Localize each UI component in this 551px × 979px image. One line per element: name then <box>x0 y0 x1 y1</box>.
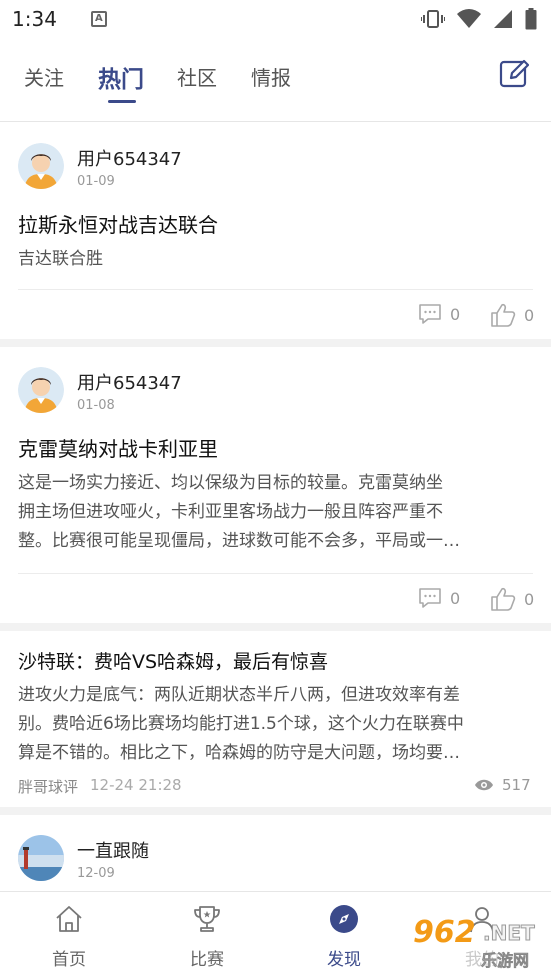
compass-icon <box>330 905 358 933</box>
avatar[interactable] <box>18 835 64 881</box>
nav-match[interactable]: 比赛 <box>167 904 247 970</box>
vibrate-icon <box>421 10 445 28</box>
divider <box>18 289 533 290</box>
article-author[interactable]: 胖哥球评 <box>18 776 78 797</box>
compose-edit-icon[interactable] <box>499 58 529 88</box>
eye-icon <box>475 779 493 791</box>
post-date: 12-09 <box>77 866 115 881</box>
post-body: 这是一场实力接近、均以保级为目标的较量。克雷莫纳坐 拥主场但进攻哑火，卡利亚里客… <box>18 469 533 556</box>
post-card[interactable]: 用户654347 01-09 拉斯永恒对战吉达联合 吉达联合胜 0 0 <box>0 123 551 339</box>
post-username[interactable]: 用户654347 <box>77 145 182 171</box>
watermark-net: .NET <box>483 921 536 946</box>
active-tab-indicator <box>108 100 136 103</box>
post-title[interactable]: 克雷莫纳对战卡利亚里 <box>18 433 218 462</box>
thumbs-up-icon <box>491 303 516 327</box>
top-navigation: 关注 热门 社区 情报 <box>0 38 551 122</box>
section-gap <box>0 623 551 631</box>
avatar[interactable] <box>18 143 64 189</box>
home-icon <box>56 906 82 932</box>
tab-intel[interactable]: 情报 <box>251 62 291 91</box>
notification-a-icon: A <box>90 11 107 27</box>
nav-discover[interactable]: 发现 <box>304 904 384 970</box>
like-button[interactable]: 0 <box>490 302 534 328</box>
post-card[interactable]: 一直跟随 12-09 <box>0 815 551 895</box>
post-date: 01-08 <box>77 398 115 413</box>
like-count: 0 <box>524 305 535 325</box>
battery-icon <box>525 8 537 30</box>
nav-home-label: 首页 <box>52 950 86 970</box>
post-card[interactable]: 用户654347 01-08 克雷莫纳对战卡利亚里 这是一场实力接近、均以保级为… <box>0 347 551 623</box>
post-body-line: 拥主场但进攻哑火，卡利亚里客场战力一般且阵容严重不 <box>18 502 443 522</box>
section-gap <box>0 339 551 347</box>
post-body: 吉达联合胜 <box>18 249 103 269</box>
thumbs-up-icon <box>491 587 516 611</box>
nav-home[interactable]: 首页 <box>29 904 109 970</box>
divider <box>18 573 533 574</box>
article-time: 12-24 21:28 <box>90 776 182 794</box>
comment-count: 0 <box>450 588 461 608</box>
watermark-main: 962 <box>413 915 476 950</box>
tab-follow[interactable]: 关注 <box>24 62 64 91</box>
nav-discover-label: 发现 <box>327 950 361 970</box>
comment-icon <box>419 588 441 608</box>
article-card[interactable]: 沙特联：费哈VS哈森姆，最后有惊喜 进攻火力是底气：两队近期状态半斤八两，但进攻… <box>0 631 551 807</box>
like-button[interactable]: 0 <box>490 586 534 612</box>
article-body-line: 别。费哈近6场比赛场均能打进1.5个球，这个火力在联赛中 <box>18 714 464 734</box>
post-date: 01-09 <box>77 174 115 189</box>
article-title[interactable]: 沙特联：费哈VS哈森姆，最后有惊喜 <box>18 647 328 674</box>
tab-hot[interactable]: 热门 <box>98 60 144 94</box>
signal-icon <box>494 10 512 28</box>
article-body: 进攻火力是底气：两队近期状态半斤八两，但进攻效率有差 别。费哈近6场比赛场均能打… <box>18 681 533 768</box>
section-gap <box>0 807 551 815</box>
comment-count: 0 <box>450 304 461 324</box>
view-count-value: 517 <box>502 776 531 794</box>
post-body-line: 整。比赛很可能呈现僵局，进球数可能不会多，平局或一… <box>18 531 460 551</box>
status-bar: 1:34 A <box>0 0 551 38</box>
article-meta: 胖哥球评 12-24 21:28 <box>18 776 182 797</box>
comment-icon <box>419 304 441 324</box>
comment-button[interactable]: 0 <box>418 586 460 610</box>
post-username[interactable]: 一直跟随 <box>77 837 149 863</box>
watermark-sub: 乐游网 <box>481 951 530 971</box>
bottom-navigation: 首页 比赛 发现 我的 962 .NET 乐游网 <box>0 891 551 979</box>
status-time: 1:34 <box>12 7 57 31</box>
watermark-logo: 962 .NET 乐游网 <box>403 915 543 971</box>
article-body-line: 进攻火力是底气：两队近期状态半斤八两，但进攻效率有差 <box>18 685 460 705</box>
tab-community[interactable]: 社区 <box>177 62 217 91</box>
article-body-line: 算是不错的。相比之下，哈森姆的防守是大问题，场均要… <box>18 743 460 763</box>
avatar[interactable] <box>18 367 64 413</box>
view-count: 517 <box>474 776 531 794</box>
post-username[interactable]: 用户654347 <box>77 369 182 395</box>
comment-button[interactable]: 0 <box>418 302 460 326</box>
nav-match-label: 比赛 <box>190 950 224 970</box>
like-count: 0 <box>524 589 535 609</box>
wifi-icon <box>457 9 481 28</box>
post-body-line: 这是一场实力接近、均以保级为目标的较量。克雷莫纳坐 <box>18 473 443 493</box>
trophy-icon <box>194 906 220 932</box>
feed-list: 用户654347 01-09 拉斯永恒对战吉达联合 吉达联合胜 0 0 用户65… <box>0 123 551 895</box>
post-title[interactable]: 拉斯永恒对战吉达联合 <box>18 209 218 238</box>
